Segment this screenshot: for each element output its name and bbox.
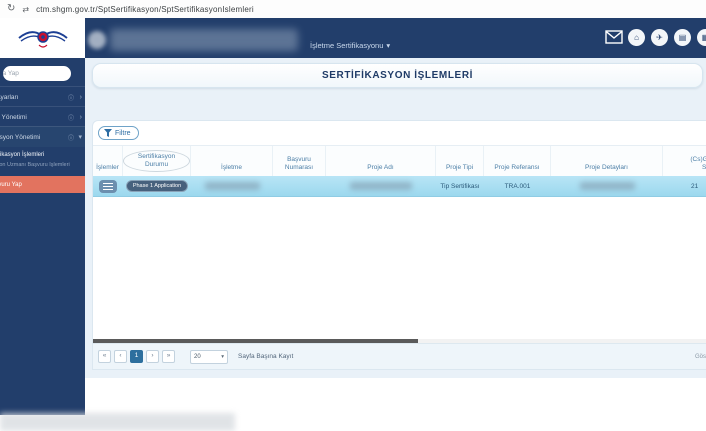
chevron-right-icon: › [79,113,82,121]
column-header-proje-adi[interactable]: Proje Adı [326,146,436,176]
chevron-down-icon: ▾ [221,353,224,360]
page-title: SERTİFİKASYON İŞLEMLERİ [92,63,703,88]
main-content: SERTİFİKASYON İŞLEMLERİ Filtre İşlemler … [85,58,706,378]
browser-address-bar: ↻ ⇄ ctm.shgm.gov.tr/SptSertifikasyon/Spt… [0,0,706,19]
info-icon: ⓘ [67,135,74,142]
footer-redacted-block [0,413,235,431]
info-icon: ⓘ [67,95,74,102]
home-button[interactable]: ⌂ [628,29,645,46]
site-info-icon[interactable]: ⇄ [22,5,29,14]
sidebar-subitem-sertifikasyon-islemleri[interactable]: Sertifikasyon İşlemleri [0,148,85,162]
redacted-proje-adi-value [350,182,412,190]
reload-icon[interactable]: ↻ [7,4,15,14]
url-text[interactable]: ctm.shgm.gov.tr/SptSertifikasyon/SptSert… [36,5,254,14]
status-badge: Phase 1 Application [125,180,189,192]
row-cs-genel-sayisi-cell: 21 [691,182,699,190]
sidebar-subitem-basvuru-yap-highlighted[interactable]: Başvuru Yap [0,176,85,193]
sidebar-item-label: Başvuru Yönetimi [0,113,27,121]
pagination-summary-clipped: Göste [694,353,706,360]
row-proje-adi-cell [326,182,436,190]
previous-page-button[interactable]: ‹ [114,350,127,363]
sidebar-subitem-label: Sertifikasyon Uzmanı Başvuru İşlemleri [0,162,70,168]
chevron-down-icon: ▾ [386,41,391,50]
sidebar: Arama Yap Hesap Ayarları ⓘ › Başvuru Yön… [0,58,85,415]
plane-button[interactable]: ✈ [651,29,668,46]
funnel-icon [104,129,112,137]
page-1-button[interactable]: 1 [130,350,143,363]
sidebar-subitem-label: Sertifikasyon İşlemleri [0,152,45,158]
column-header-basvuru-numarasi[interactable]: Başvuru Numarası [273,146,326,176]
nav-isletme-sertifikasyonu-dropdown[interactable]: İşletme Sertifikasyonu ▾ [310,41,390,50]
filter-button-label: Filtre [115,129,131,137]
chevron-down-icon: ▾ [78,134,82,141]
column-header-label: Sertifikasyon Durumu [123,149,190,172]
row-actions-menu-button[interactable] [99,179,117,193]
column-header-proje-tipi[interactable]: Proje Tipi [436,146,484,176]
archive-button[interactable]: ▤ [674,29,691,46]
mail-icon [605,30,623,44]
sidebar-item-label: Sertifikasyon Yönetimi [0,133,41,141]
first-page-button[interactable]: « [98,350,111,363]
redacted-proje-detaylari-value [579,182,635,190]
column-header-cs-genel-sayisi[interactable]: (Cs)Genel Sayısı [663,146,706,176]
sidebar-search-placeholder: Arama Yap [3,70,19,77]
certification-grid: Filtre İşlemler Sertifikasyon Durumu İşl… [92,120,706,370]
column-header-sertifikasyon-durumu[interactable]: Sertifikasyon Durumu [123,146,191,176]
sidebar-item-sertifikasyon-yonetimi[interactable]: Sertifikasyon Yönetimi ⓘ ▾ [0,126,85,147]
per-page-label: Sayfa Başına Kayıt [238,353,294,360]
redacted-isletme-value [204,182,260,190]
row-proje-detaylari-cell [551,182,663,190]
column-header-islemler[interactable]: İşlemler [93,146,123,176]
row-proje-tipi-cell: Tip Sertifikası [440,182,480,190]
user-info-redacted [110,29,298,51]
plane-icon: ✈ [656,32,663,42]
column-header-isletme[interactable]: İşletme [191,146,273,176]
row-status-cell: Phase 1 Application [123,180,191,192]
sidebar-search-input[interactable]: Arama Yap [3,66,71,81]
user-avatar [88,31,106,49]
page-size-value: 20 [194,353,201,360]
nav-dropdown-label: İşletme Sertifikasyonu [310,41,384,50]
sidebar-item-basvuru-yonetimi[interactable]: Başvuru Yönetimi ⓘ › [0,106,85,127]
app-window: ↻ ⇄ ctm.shgm.gov.tr/SptSertifikasyon/Spt… [0,0,706,431]
filter-button[interactable]: Filtre [98,126,139,140]
table-header-row: İşlemler Sertifikasyon Durumu İşletme Ba… [93,145,706,176]
next-page-button[interactable]: › [146,350,159,363]
column-header-proje-detaylari[interactable]: Proje Detayları [551,146,663,176]
mail-button[interactable] [605,30,623,44]
row-actions-cell [93,179,123,193]
shgm-logo [0,18,85,58]
sidebar-item-label: Hesap Ayarları [0,93,19,101]
shgm-wings-logo-icon [17,31,68,48]
home-icon: ⌂ [634,32,639,42]
sidebar-subitem-label: Başvuru Yap [0,181,22,188]
archive-icon: ▤ [678,32,687,42]
page-size-select[interactable]: 20 ▾ [190,349,228,364]
sidebar-item-hesap-ayarlari[interactable]: Hesap Ayarları ⓘ › [0,86,85,107]
pagination-bar: « ‹ 1 › » 20 ▾ Sayfa Başına Kayıt Göste [93,343,706,369]
info-icon: ⓘ [67,115,74,122]
table-row[interactable]: Phase 1 Application Tip Sertifikası TRA.… [93,176,706,197]
column-header-proje-referansi[interactable]: Proje Referansı [484,146,551,176]
last-page-button[interactable]: » [162,350,175,363]
chevron-right-icon: › [79,93,82,101]
profile-icon: ▦ [701,32,706,42]
row-isletme-cell [191,182,273,190]
row-proje-referansi-cell: TRA.001 [504,182,531,190]
